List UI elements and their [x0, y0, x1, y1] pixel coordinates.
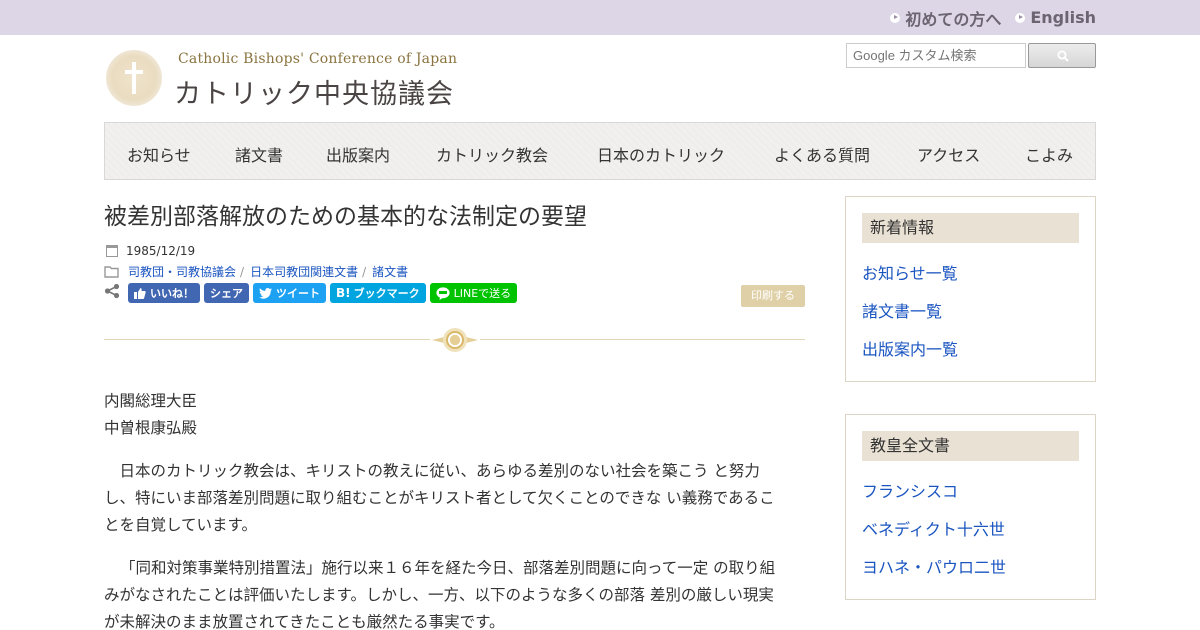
nav-item-catholic-japan[interactable]: 日本のカトリック — [597, 142, 725, 166]
line-label: LINEで送る — [453, 287, 512, 300]
logo-japanese-name[interactable]: カトリック中央協議会 — [174, 72, 454, 111]
paragraph-line: し、特にいま部落差別問題に取り組むことがキリスト者として欠くことのできな い義務… — [104, 489, 775, 507]
line-icon — [436, 286, 450, 300]
addressee-name: 中曽根康弘殿 — [104, 419, 198, 437]
twitter-bird-icon — [259, 287, 272, 299]
nav-item-access[interactable]: アクセス — [917, 142, 980, 166]
search-icon — [1057, 50, 1069, 62]
hatena-icon: B! — [336, 286, 351, 300]
share-icon — [104, 283, 128, 303]
paragraph-line: 「同和対策事業特別措置法」施行以来１６年を経た今日、部落差別問題に向って一定 の… — [120, 559, 776, 577]
sidebar-link-pope-francis[interactable]: フランシスコ — [862, 478, 958, 502]
tweet-label: ツイート — [276, 287, 320, 300]
ornament-sun-icon — [430, 328, 480, 352]
tweet-button[interactable]: ツイート — [253, 283, 326, 303]
hatena-bookmark-button[interactable]: B! ブックマーク — [330, 283, 426, 303]
english-link[interactable]: English — [1015, 8, 1096, 27]
sidebar-link-publications-list[interactable]: 出版案内一覧 — [862, 336, 958, 360]
english-link-label: English — [1030, 8, 1096, 27]
share-buttons: いいね！ シェア ツイート B! ブックマーク LINEで送る — [104, 283, 521, 303]
nav-item-publications[interactable]: 出版案内 — [326, 142, 390, 166]
like-label: いいね！ — [150, 287, 194, 300]
paragraph-line: が未解決のまま放置されてきたことも厳然たる事実です。 — [104, 613, 505, 630]
paragraph-line: みがなされたことは評価いたします。しかし、一方、以下のような多くの部落 差別の厳… — [104, 586, 774, 604]
post-categories: 司教団・司教協議会 / 日本司教団関連文書 / 諸文書 — [104, 263, 408, 280]
beginners-link-label: 初めての方へ — [905, 9, 1002, 29]
bookmark-label: ブックマーク — [353, 287, 420, 300]
sidebar-news-heading: 新着情報 — [862, 213, 1079, 243]
search-input[interactable] — [846, 43, 1026, 68]
top-utility-bar: 初めての方へ English — [0, 0, 1200, 35]
nav-item-news[interactable]: お知らせ — [127, 142, 191, 166]
arrow-bullet-icon — [890, 12, 901, 23]
nav-item-faq[interactable]: よくある質問 — [774, 142, 870, 166]
sidebar-news-box: 新着情報 お知らせ一覧 諸文書一覧 出版案内一覧 — [845, 196, 1096, 382]
page-title: 被差別部落解放のための基本的な法制定の要望 — [104, 204, 587, 230]
facebook-like-button[interactable]: いいね！ — [128, 283, 200, 303]
sidebar-link-documents-list[interactable]: 諸文書一覧 — [862, 298, 942, 322]
paragraph-line: 日本のカトリック教会は、キリストの教えに従い、あらゆる差別のない社会を築こう と… — [104, 462, 760, 480]
nav-item-documents[interactable]: 諸文書 — [235, 142, 283, 166]
arrow-bullet-icon — [1015, 12, 1026, 23]
sidebar-popes-box: 教皇全文書 フランシスコ ベネディクト十六世 ヨハネ・パウロ二世 — [845, 414, 1096, 600]
calendar-icon — [106, 245, 118, 257]
logo-english-name[interactable]: Catholic Bishops' Conference of Japan — [178, 51, 457, 67]
sidebar-popes-heading: 教皇全文書 — [862, 431, 1079, 461]
top-links: 初めての方へ English — [890, 0, 1096, 35]
breadcrumb-separator: / — [240, 264, 245, 279]
facebook-share-button[interactable]: シェア — [204, 283, 249, 303]
beginners-link[interactable]: 初めての方へ — [890, 6, 1001, 30]
line-share-button[interactable]: LINEで送る — [429, 283, 518, 303]
thumbs-up-icon — [134, 287, 146, 299]
category-link[interactable]: 日本司教団関連文書 — [250, 263, 358, 280]
search-button[interactable] — [1028, 43, 1096, 68]
nav-item-calendar[interactable]: こよみ — [1025, 142, 1073, 166]
sidebar-link-news-list[interactable]: お知らせ一覧 — [862, 260, 958, 284]
print-button[interactable]: 印刷する — [741, 285, 805, 307]
category-link[interactable]: 諸文書 — [372, 263, 408, 280]
main-nav: お知らせ 諸文書 出版案内 カトリック教会 日本のカトリック よくある質問 アク… — [104, 122, 1096, 180]
sidebar-link-pope-benedict[interactable]: ベネディクト十六世 — [862, 516, 1005, 540]
folder-icon — [104, 265, 120, 279]
ornament-divider — [104, 325, 805, 355]
paragraph-line: とを自覚しています。 — [104, 516, 257, 534]
addressee-title: 内閣総理大臣 — [104, 392, 198, 410]
category-link[interactable]: 司教団・司教協議会 — [128, 263, 236, 280]
breadcrumb-separator: / — [362, 264, 367, 279]
post-date: 1985/12/19 — [104, 244, 195, 258]
site-search — [846, 43, 1096, 68]
sidebar-link-pope-john-paul[interactable]: ヨハネ・パウロ二世 — [862, 554, 1006, 578]
nav-item-catholic-church[interactable]: カトリック教会 — [436, 142, 548, 166]
post-date-value: 1985/12/19 — [126, 244, 196, 258]
logo-cross-icon[interactable] — [106, 50, 162, 106]
